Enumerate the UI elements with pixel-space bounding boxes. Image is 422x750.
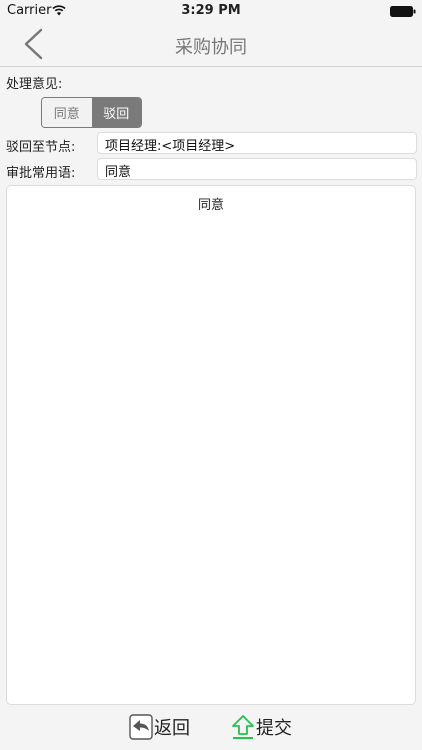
reject-node-field[interactable]: 项目经理:<项目经理> — [97, 132, 417, 154]
page-title: 采购协同 — [175, 37, 247, 58]
segment-reject[interactable]: 驳回 — [91, 98, 141, 127]
comment-textarea[interactable]: 同意 — [6, 185, 416, 705]
common-phrase-field[interactable]: 同意 — [97, 158, 417, 180]
opinion-label: 处理意见: — [6, 77, 63, 92]
submit-button[interactable]: 提交 — [231, 712, 292, 742]
return-label: 返回 — [154, 718, 190, 739]
status-bar: Carrier 3:29 PM — [0, 0, 422, 22]
upload-arrow-icon — [232, 715, 254, 739]
battery-icon — [390, 6, 416, 17]
return-button[interactable]: 返回 — [129, 712, 190, 742]
opinion-segmented-control: 同意 驳回 — [41, 97, 142, 128]
segment-agree[interactable]: 同意 — [42, 98, 92, 127]
status-time: 3:29 PM — [181, 3, 241, 18]
comment-text: 同意 — [197, 198, 224, 213]
submit-label: 提交 — [256, 718, 292, 739]
common-phrase-label: 审批常用语: — [6, 166, 76, 181]
reject-node-label: 驳回至节点: — [6, 140, 76, 155]
return-arrow-icon — [129, 714, 153, 740]
